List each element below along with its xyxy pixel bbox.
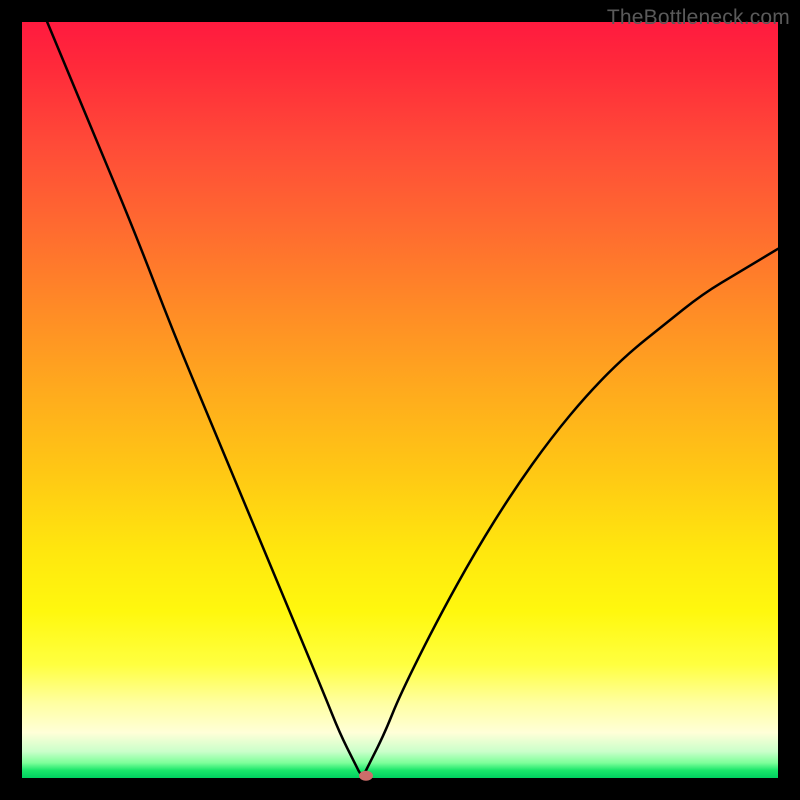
- optimal-marker: [359, 771, 373, 781]
- watermark-text: TheBottleneck.com: [607, 6, 790, 30]
- bottleneck-curve: [22, 0, 778, 774]
- plot-area: [22, 22, 778, 778]
- chart-frame: TheBottleneck.com: [0, 0, 800, 800]
- curve-svg: [22, 22, 778, 778]
